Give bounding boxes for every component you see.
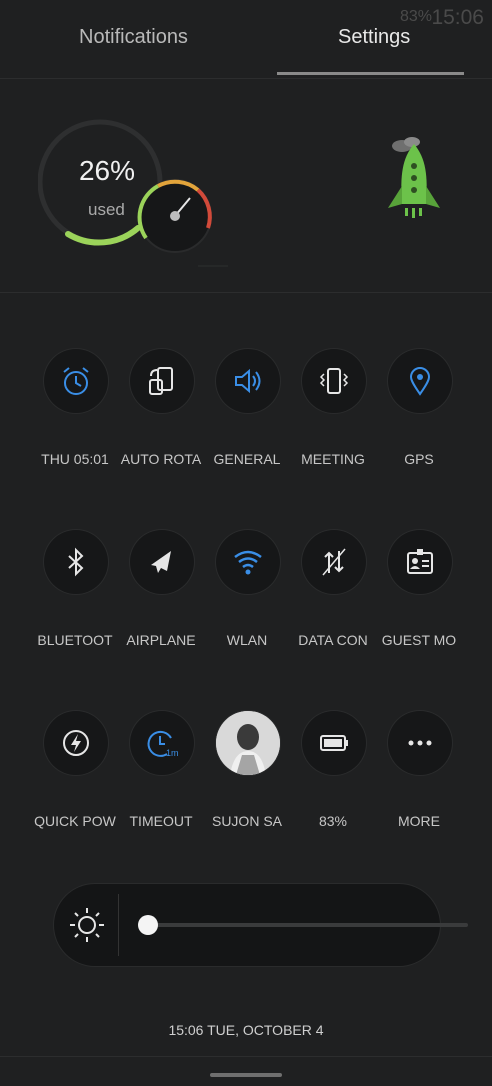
quick-power-icon bbox=[63, 730, 89, 756]
battery-toggle[interactable] bbox=[302, 711, 366, 775]
tile-label: AIRPLANE bbox=[126, 632, 196, 648]
tab-settings[interactable]: Settings bbox=[338, 26, 410, 49]
tile-guest: GUEST MO bbox=[376, 530, 462, 670]
tile-label: GPS bbox=[404, 451, 434, 467]
tile-label: SUJON SA bbox=[211, 813, 282, 829]
guest-icon bbox=[407, 549, 433, 574]
brightness-track[interactable] bbox=[148, 923, 468, 927]
tab-notifications[interactable]: Notifications bbox=[79, 26, 188, 49]
airplane-toggle[interactable] bbox=[130, 530, 194, 594]
background-ghost-text bbox=[28, 280, 36, 312]
brightness-icon[interactable] bbox=[68, 906, 106, 944]
more-button[interactable] bbox=[388, 711, 452, 775]
tab-bar: Notifications Settings bbox=[0, 18, 492, 78]
alarm-icon bbox=[63, 367, 89, 395]
tile-label: MEETING bbox=[301, 451, 365, 467]
tile-label: WLAN bbox=[226, 632, 268, 648]
location-icon bbox=[409, 367, 431, 396]
tile-airplane: AIRPLANE bbox=[118, 530, 204, 670]
quick-power-toggle[interactable] bbox=[44, 711, 108, 775]
tile-meeting: MEETING bbox=[290, 349, 376, 489]
rocket-icon[interactable] bbox=[382, 136, 446, 228]
data-icon bbox=[322, 548, 346, 576]
gps-toggle[interactable] bbox=[388, 349, 452, 413]
auto-rotate-icon bbox=[149, 367, 173, 395]
tile-label: MORE bbox=[398, 813, 440, 829]
tile-label: TIMEOUT bbox=[129, 813, 193, 829]
date-time-footer: 15:06 TUE, OCTOBER 4 bbox=[168, 1022, 324, 1038]
tile-label: GENERAL bbox=[213, 451, 281, 467]
storage-percent: 26% bbox=[78, 155, 136, 186]
footer-divider bbox=[0, 1056, 492, 1057]
tile-label: 83% bbox=[318, 813, 348, 829]
storage-used-label: used bbox=[88, 200, 125, 219]
drag-handle[interactable] bbox=[210, 1073, 282, 1077]
sound-mode-toggle[interactable] bbox=[216, 349, 280, 413]
tile-bluetooth: BLUETOOT bbox=[32, 530, 118, 670]
tile-wlan: WLAN bbox=[204, 530, 290, 670]
tile-label: THU 05:01 bbox=[41, 451, 109, 467]
alarm-toggle[interactable] bbox=[44, 349, 108, 413]
bluetooth-toggle[interactable] bbox=[44, 530, 108, 594]
tab-divider bbox=[0, 78, 492, 79]
brightness-control bbox=[54, 884, 468, 966]
tile-user: SUJON SA bbox=[204, 711, 290, 851]
tab-indicator bbox=[277, 72, 464, 75]
brightness-slider-knob[interactable] bbox=[138, 915, 158, 935]
data-toggle[interactable] bbox=[302, 530, 366, 594]
timeout-icon: 1m bbox=[147, 730, 179, 758]
timeout-toggle[interactable]: 1m bbox=[130, 711, 194, 775]
brightness-separator bbox=[118, 894, 119, 956]
tile-label: GUEST MO bbox=[381, 632, 457, 648]
tile-auto-rotate: AUTO ROTA bbox=[118, 349, 204, 489]
tile-label: DATA CON bbox=[298, 632, 368, 648]
tile-label: BLUETOOT bbox=[37, 632, 113, 648]
more-icon bbox=[408, 740, 432, 746]
wlan-toggle[interactable] bbox=[216, 530, 280, 594]
tile-label: AUTO ROTA bbox=[120, 451, 202, 467]
tile-alarm: THU 05:01 bbox=[32, 349, 118, 489]
tile-label: QUICK POW bbox=[34, 813, 116, 829]
widget-divider bbox=[0, 292, 492, 293]
battery-icon bbox=[320, 735, 348, 751]
tile-gps: GPS bbox=[376, 349, 462, 489]
vibrate-icon bbox=[319, 368, 349, 394]
tile-general: GENERAL bbox=[204, 349, 290, 489]
tile-more: MORE bbox=[376, 711, 462, 851]
user-avatar[interactable] bbox=[216, 711, 280, 775]
tile-quick-power: QUICK POW bbox=[32, 711, 118, 851]
meeting-toggle[interactable] bbox=[302, 349, 366, 413]
bluetooth-icon bbox=[68, 547, 84, 577]
airplane-icon bbox=[151, 551, 171, 573]
tile-battery: 83% bbox=[290, 711, 376, 851]
tile-timeout: 1m TIMEOUT bbox=[118, 711, 204, 851]
tile-data: DATA CON bbox=[290, 530, 376, 670]
wifi-icon bbox=[234, 550, 262, 575]
guest-mode-toggle[interactable] bbox=[388, 530, 452, 594]
svg-text:1m: 1m bbox=[166, 748, 179, 758]
auto-rotate-toggle[interactable] bbox=[130, 349, 194, 413]
avatar-icon bbox=[216, 711, 280, 775]
volume-icon bbox=[235, 368, 261, 394]
